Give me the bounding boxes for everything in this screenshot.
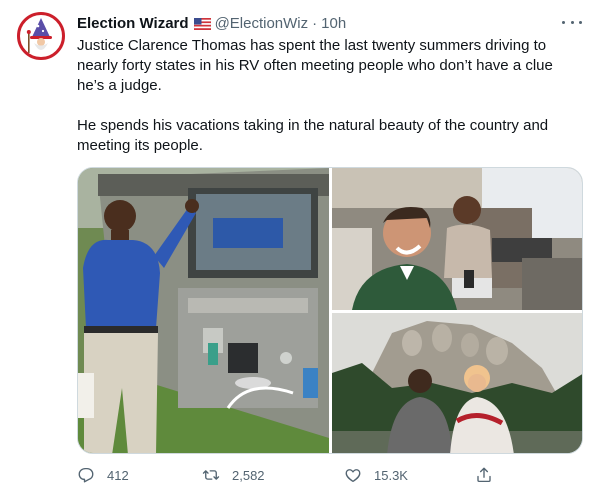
media-grid bbox=[77, 167, 583, 454]
more-options-icon[interactable] bbox=[562, 14, 582, 30]
tweet-text: Justice Clarence Thomas has spent the la… bbox=[77, 36, 577, 156]
tweet[interactable]: Election Wizard @ElectionWiz · 10h Justi… bbox=[0, 0, 598, 495]
reply-button[interactable]: 412 bbox=[77, 464, 129, 486]
tweet-header: Election Wizard @ElectionWiz · 10h bbox=[77, 12, 558, 34]
handle[interactable]: @ElectionWiz bbox=[215, 15, 309, 32]
avatar[interactable] bbox=[17, 12, 65, 60]
timestamp[interactable]: 10h bbox=[321, 15, 346, 32]
share-icon bbox=[477, 467, 491, 483]
us-flag-icon bbox=[193, 17, 211, 31]
tweet-paragraph: He spends his vacations taking in the na… bbox=[77, 117, 549, 154]
like-icon bbox=[345, 469, 361, 483]
reply-count: 412 bbox=[107, 467, 129, 483]
like-button[interactable]: 15.3K bbox=[344, 464, 408, 486]
mount-rushmore-photo[interactable] bbox=[332, 313, 582, 453]
retweet-count: 2,582 bbox=[232, 467, 265, 483]
separator: · bbox=[312, 14, 318, 32]
reply-icon bbox=[78, 467, 94, 483]
rv-interior-photo[interactable] bbox=[332, 168, 582, 310]
share-button[interactable] bbox=[475, 464, 493, 486]
tweet-actions: 412 2,582 15.3K bbox=[77, 464, 507, 486]
retweet-icon bbox=[202, 470, 220, 480]
rv-exterior-photo[interactable] bbox=[78, 168, 329, 453]
like-count: 15.3K bbox=[374, 467, 408, 483]
display-name[interactable]: Election Wizard bbox=[77, 15, 189, 32]
retweet-button[interactable]: 2,582 bbox=[202, 464, 265, 486]
tweet-paragraph: Justice Clarence Thomas has spent the la… bbox=[77, 37, 553, 94]
